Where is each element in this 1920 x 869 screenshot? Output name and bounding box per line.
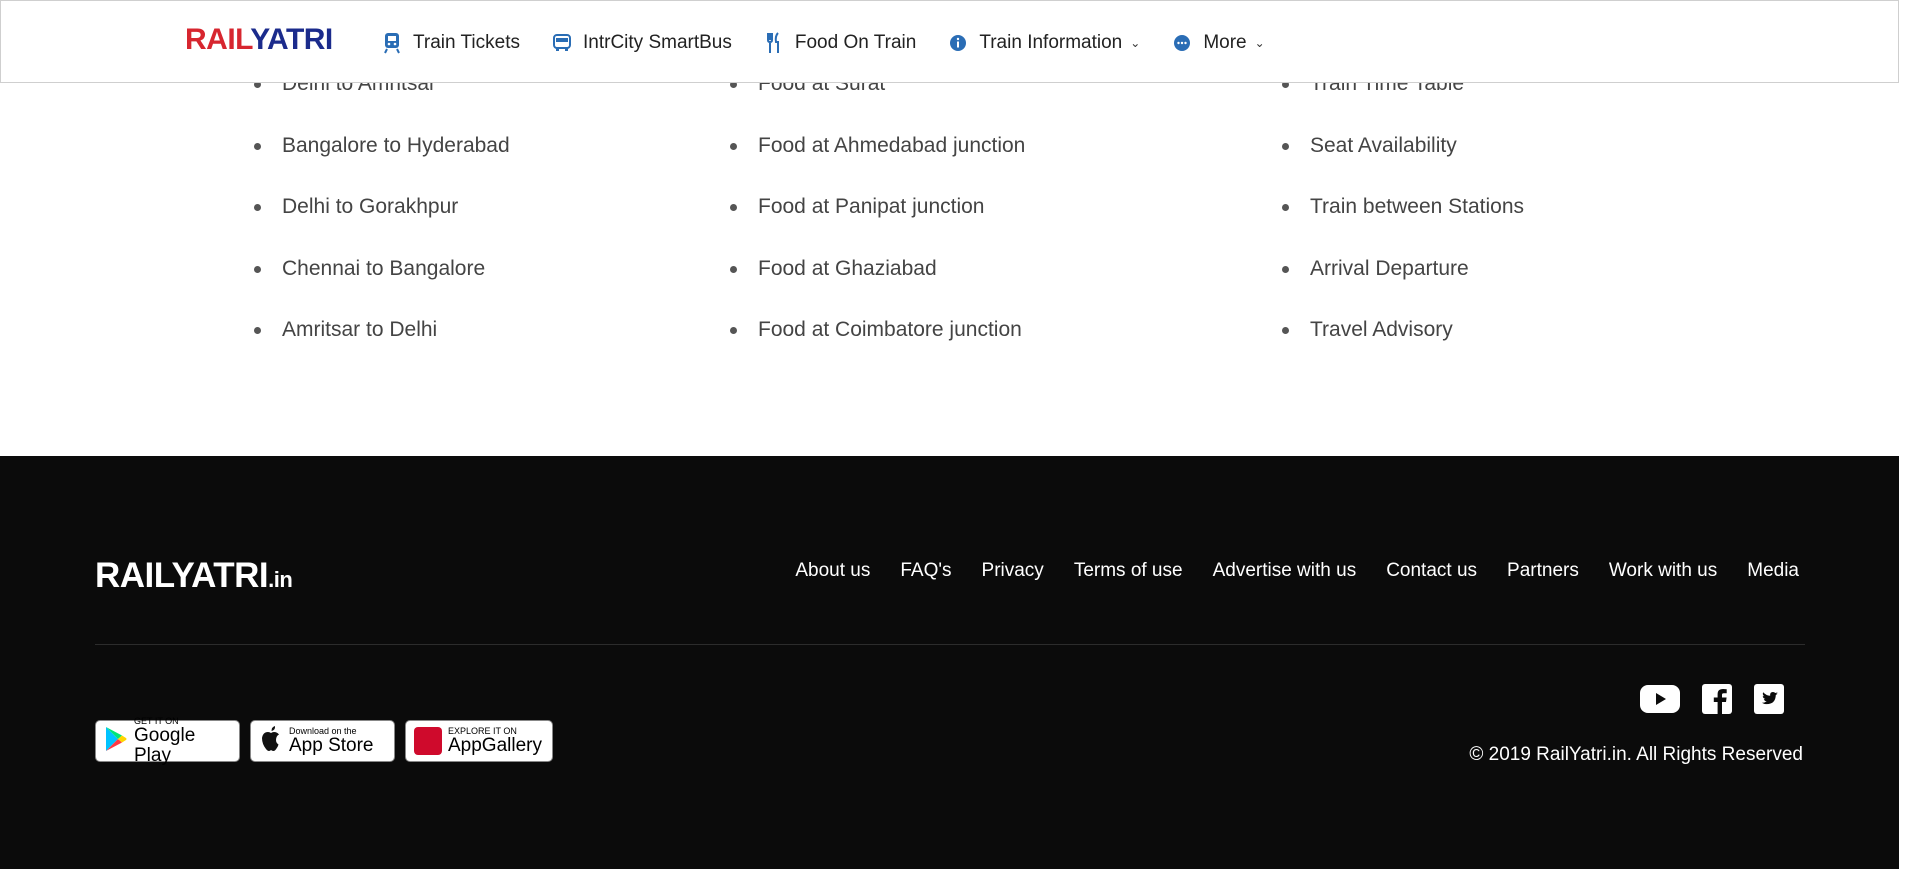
list-item[interactable]: Food at Ahmedabad junction <box>730 126 1025 188</box>
nav-label: Food On Train <box>794 31 917 53</box>
logo-rail: RAIL <box>185 23 251 56</box>
more-icon <box>1171 32 1193 54</box>
footer-link-media[interactable]: Media <box>1747 560 1799 582</box>
list-item[interactable]: Delhi to Gorakhpur <box>254 187 510 249</box>
social-icons <box>1618 684 1784 714</box>
nav-train-tickets[interactable]: Train Tickets <box>381 32 520 54</box>
footer-links: About us FAQ's Privacy Terms of use Adve… <box>765 560 1799 582</box>
railyatri-logo[interactable]: RAILYATRI <box>185 23 333 57</box>
footer-link-about[interactable]: About us <box>795 560 870 582</box>
logo-yatri: YATRI <box>250 23 333 56</box>
nav-label: Train Information <box>979 31 1123 53</box>
footer-link-privacy[interactable]: Privacy <box>982 560 1044 582</box>
footer-link-partners[interactable]: Partners <box>1507 560 1579 582</box>
list-item[interactable]: Food at Panipat junction <box>730 187 1025 249</box>
nav-label: IntrCity SmartBus <box>583 31 732 53</box>
list-item[interactable]: Seat Availability <box>1282 126 1524 188</box>
footer-link-terms[interactable]: Terms of use <box>1074 560 1183 582</box>
google-play-badge[interactable]: GET IT ON Google Play <box>95 716 240 766</box>
top-nav-bar: RAILYATRI Train Tickets IntrCity SmartBu… <box>0 0 1899 83</box>
apple-icon <box>259 725 283 758</box>
list-item[interactable]: Bangalore to Hyderabad <box>254 126 510 188</box>
train-icon <box>381 32 403 54</box>
nav-train-information[interactable]: Train Information ⌄ <box>947 32 1140 54</box>
badge-big-text: Google Play <box>134 725 196 766</box>
copyright-text: © 2019 RailYatri.in. All Rights Reserved <box>1469 744 1803 765</box>
nav-more[interactable]: More ⌄ <box>1171 31 1265 54</box>
nav-food-on-train[interactable]: Food On Train <box>763 32 916 54</box>
footer-link-work[interactable]: Work with us <box>1609 560 1717 582</box>
food-list: Food at Surat Food at Ahmedabad junction… <box>730 64 1025 372</box>
huawei-icon <box>414 727 442 755</box>
list-item[interactable]: Food at Coimbatore junction <box>730 310 1025 372</box>
fork-icon <box>763 31 785 54</box>
list-item[interactable]: Food at Ghaziabad <box>730 249 1025 311</box>
app-gallery-badge[interactable]: EXPLORE IT ON AppGallery <box>405 720 553 762</box>
footer-logo-text: RAILYATRI <box>95 556 269 595</box>
app-store-badge[interactable]: Download on the App Store <box>250 720 395 762</box>
badge-big-text: App Store <box>289 735 374 756</box>
badge-big-text: AppGallery <box>448 735 542 756</box>
app-badges: GET IT ON Google Play Download on the Ap… <box>95 716 563 766</box>
info-icon <box>947 32 969 54</box>
page: Delhi to Amritsar Bangalore to Hyderabad… <box>0 0 1899 869</box>
list-item[interactable]: Travel Advisory <box>1282 310 1524 372</box>
list-item[interactable]: Train between Stations <box>1282 187 1524 249</box>
twitter-icon[interactable] <box>1754 684 1784 714</box>
main-nav: Train Tickets IntrCity SmartBus Food On … <box>381 1 1296 84</box>
footer-logo-suffix: .in <box>268 567 293 592</box>
footer: RAILYATRI.in About us FAQ's Privacy Term… <box>0 456 1899 869</box>
footer-divider <box>95 644 1805 645</box>
youtube-icon[interactable] <box>1640 684 1680 714</box>
list-item[interactable]: Amritsar to Delhi <box>254 310 510 372</box>
footer-link-faq[interactable]: FAQ's <box>900 560 951 582</box>
chevron-down-icon: ⌄ <box>1130 35 1141 50</box>
google-play-icon <box>104 726 128 757</box>
nav-label: More <box>1203 31 1247 53</box>
list-item[interactable]: Chennai to Bangalore <box>254 249 510 311</box>
bus-icon <box>551 32 573 54</box>
routes-list: Delhi to Amritsar Bangalore to Hyderabad… <box>254 64 510 372</box>
footer-link-contact[interactable]: Contact us <box>1386 560 1477 582</box>
facebook-icon[interactable] <box>1702 684 1732 714</box>
nav-label: Train Tickets <box>413 31 520 53</box>
train-info-list: Train Time Table Seat Availability Train… <box>1282 64 1524 372</box>
footer-link-advertise[interactable]: Advertise with us <box>1213 560 1357 582</box>
list-item[interactable]: Arrival Departure <box>1282 249 1524 311</box>
chevron-down-icon: ⌄ <box>1254 35 1265 50</box>
footer-logo[interactable]: RAILYATRI.in <box>95 556 293 596</box>
nav-smartbus[interactable]: IntrCity SmartBus <box>551 32 732 54</box>
